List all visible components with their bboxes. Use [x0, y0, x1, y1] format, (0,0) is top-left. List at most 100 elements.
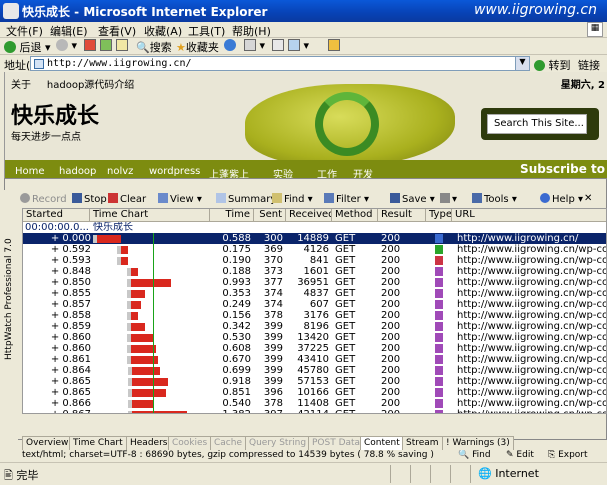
save-button[interactable]: Save ▾ [390, 193, 435, 205]
tab-cache[interactable]: Cache [210, 436, 246, 450]
status-edit-button[interactable]: ✎ Edit [506, 450, 534, 460]
table-row[interactable]: + 0.865 0.851 396 10166 GET 200 http://www.iig… [23, 387, 606, 398]
site-title[interactable]: 快乐成长 [11, 98, 99, 130]
col-time[interactable]: Time [210, 209, 254, 222]
tab-post-data[interactable]: POST Data [308, 436, 365, 450]
table-row[interactable]: + 0.592 0.175 369 4126 GET 200 http://www.iigr… [23, 244, 606, 255]
menu-help[interactable]: 帮助(H) [232, 23, 271, 39]
table-row[interactable]: + 0.864 0.699 399 45780 GET 200 http://www.iig… [23, 365, 606, 376]
site-tab-wordpress[interactable]: wordpress [149, 166, 200, 177]
site-tab-hadoop[interactable]: hadoop [59, 166, 96, 177]
tab-query-string[interactable]: Query String [245, 436, 311, 450]
site-tab-7[interactable]: 工作 [317, 166, 337, 178]
col-url[interactable]: URL [452, 209, 606, 222]
table-row[interactable]: + 0.850 0.993 377 36951 GET 200 http://www.iig… [23, 277, 606, 288]
col-result[interactable]: Result [378, 209, 426, 222]
forward-button[interactable]: ▾ [56, 39, 77, 52]
time-chart-bar [131, 279, 171, 287]
col-received[interactable]: Received [286, 209, 332, 222]
table-row[interactable]: + 0.860 0.530 399 13420 GET 200 http://www.iig… [23, 332, 606, 343]
tab-headers[interactable]: Headers [126, 436, 172, 450]
menu-tools[interactable]: 工具(T) [188, 23, 225, 39]
table-row[interactable]: + 0.848 0.188 373 1601 GET 200 http://www.iigr… [23, 266, 606, 277]
img-type-icon [435, 300, 443, 309]
col-type[interactable]: Type [426, 209, 452, 222]
home-button[interactable] [116, 39, 128, 52]
back-button[interactable]: 后退 ▾ [4, 39, 51, 55]
go-button[interactable]: 转到 [534, 57, 571, 73]
nav-hadoop-link[interactable]: hadoop源代码介绍 [47, 80, 134, 91]
edit-button[interactable]: ▾ [288, 39, 309, 52]
mail-button[interactable]: ▾ [244, 39, 265, 52]
table-row[interactable]: + 0.857 0.249 374 607 GET 200 http://www.iigro… [23, 299, 606, 310]
status-export-button[interactable]: ⎘ Export [548, 450, 588, 460]
tab-content[interactable]: Content [360, 436, 404, 450]
table-row[interactable]: + 0.866 0.540 378 11408 GET 200 http://www.iig… [23, 398, 606, 409]
table-row[interactable]: + 0.593 0.190 370 841 GET 200 http://www.iigro… [23, 255, 606, 266]
table-row[interactable]: + 0.859 0.342 399 8196 GET 200 http://www.iigr… [23, 321, 606, 332]
links-button[interactable]: 链接 [578, 57, 600, 73]
window-title-bar[interactable]: 快乐成长 - Microsoft Internet Explorer www.i… [0, 0, 607, 22]
site-search-input[interactable]: Search This Site... [487, 114, 587, 134]
cell-time: 0.918 [222, 376, 251, 387]
table-row[interactable]: + 0.858 0.156 378 3176 GET 200 http://www.iigr… [23, 310, 606, 321]
table-row[interactable]: + 0.860 0.608 399 37225 GET 200 http://www.iig… [23, 343, 606, 354]
cell-sent: 399 [263, 321, 283, 332]
tab-cookies[interactable]: Cookies [168, 436, 212, 450]
address-dropdown-button[interactable]: ▼ [515, 57, 529, 70]
menu-edit[interactable]: 编辑(E) [50, 23, 88, 39]
httpwatch-status-bar: text/html; charset=UTF-8 : 68690 bytes, … [22, 450, 607, 460]
table-row[interactable]: + 0.000 0.588 300 14889 GET 200 http://www.iig… [23, 233, 606, 244]
col-started[interactable]: Started [23, 209, 90, 222]
tab-overview[interactable]: Overview [22, 436, 73, 450]
tab-time-chart[interactable]: Time Chart [69, 436, 127, 450]
clear-button[interactable]: Clear [108, 193, 146, 205]
print-log-button[interactable]: ▾ [440, 193, 457, 205]
subscribe-link[interactable]: Subscribe to [520, 162, 605, 176]
media-button[interactable] [224, 39, 236, 52]
table-row[interactable]: + 0.855 0.353 374 4837 GET 200 http://www.iigr… [23, 288, 606, 299]
tools-label: Tools [484, 194, 509, 205]
httpwatch-button[interactable] [328, 39, 340, 52]
status-find-button[interactable]: 🔍 Find [458, 450, 491, 460]
security-zone: 🌐 Internet [478, 467, 539, 480]
stop-button[interactable] [84, 39, 96, 52]
tab-warnings[interactable]: ! Warnings (3) [442, 436, 514, 450]
col-method[interactable]: Method [332, 209, 378, 222]
site-tab-home[interactable]: Home [15, 166, 45, 177]
time-chart-bar [131, 334, 153, 342]
site-tab-6[interactable]: 实验 [273, 166, 293, 178]
find-button[interactable]: Find ▾ [272, 193, 313, 205]
menu-file[interactable]: 文件(F) [6, 23, 43, 39]
tab-stream[interactable]: Stream [402, 436, 443, 450]
address-input[interactable]: http://www.iigrowing.cn/ [30, 56, 530, 71]
view-button[interactable]: View ▾ [158, 193, 202, 205]
site-tab-nolvz[interactable]: nolvz [107, 166, 133, 177]
cell-time: 0.175 [222, 244, 251, 255]
site-tab-5[interactable]: 上蓬紫上 [209, 166, 249, 178]
cell-received: 37225 [297, 343, 329, 354]
col-time-chart[interactable]: Time Chart [90, 209, 210, 222]
page-group-row[interactable]: 00:00:00.0... 快乐成长 [23, 222, 606, 233]
menu-favorites[interactable]: 收藏(A) [144, 23, 182, 39]
col-sent[interactable]: Sent [254, 209, 286, 222]
tools-button[interactable]: Tools ▾ [472, 193, 517, 205]
refresh-button[interactable] [100, 39, 112, 52]
help-button[interactable]: Help ▾ [540, 193, 583, 205]
record-button[interactable]: Record [20, 193, 67, 205]
table-row[interactable]: + 0.861 0.670 399 43410 GET 200 http://www.iig… [23, 354, 606, 365]
summary-button[interactable]: Summary [216, 193, 276, 205]
cell-result: 200 [381, 310, 401, 321]
panel-close-icon[interactable]: ✕ [584, 193, 592, 204]
print-button[interactable] [272, 39, 284, 52]
favorites-button[interactable]: ★收藏夹 [176, 39, 219, 55]
filter-button[interactable]: Filter ▾ [324, 193, 369, 205]
table-row[interactable]: + 0.867 1.38239742114 GET 200 http://www.iig… [23, 409, 606, 413]
menu-view[interactable]: 查看(V) [98, 23, 136, 39]
site-tab-8[interactable]: 开发 [353, 166, 373, 178]
search-button[interactable]: 🔍搜索 [136, 39, 172, 55]
cell-url: http://www.iigrowing.cn/wp-conte [457, 387, 606, 398]
stop-record-button[interactable]: Stop [72, 193, 107, 205]
nav-about-link[interactable]: 关于 [11, 80, 31, 91]
table-row[interactable]: + 0.865 0.918 399 57153 GET 200 http://www.iig… [23, 376, 606, 387]
